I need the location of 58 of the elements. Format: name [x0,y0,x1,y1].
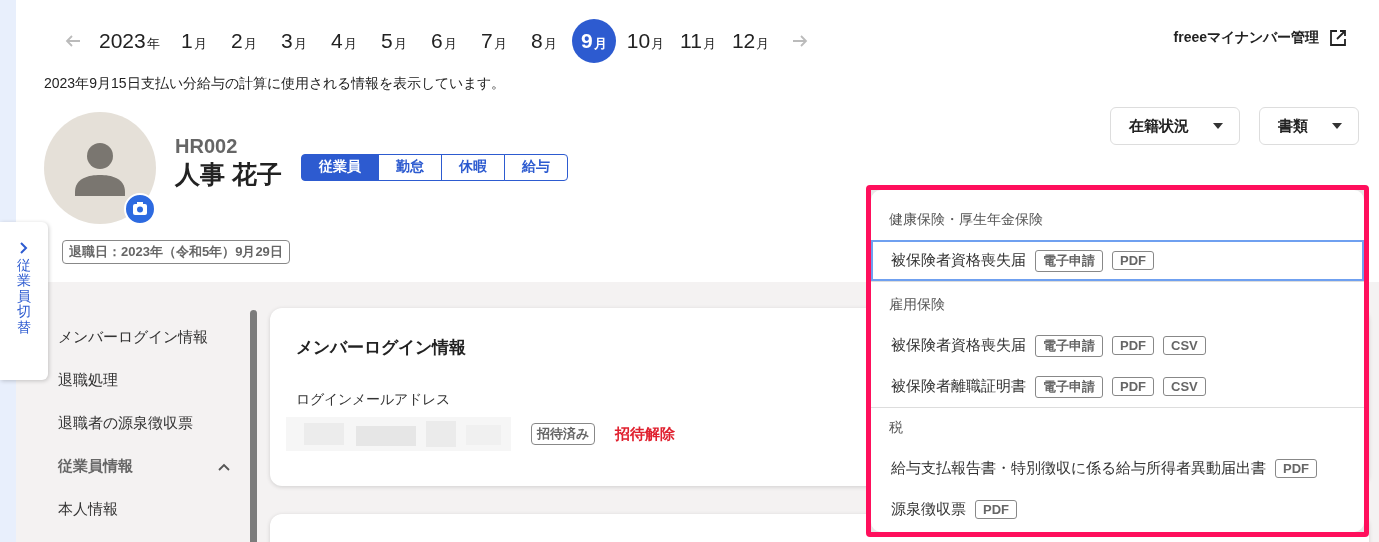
format-tag[interactable]: 電子申請 [1035,334,1103,357]
menu-heading: 雇用保険 [888,295,946,314]
month-tab[interactable]: 8 月 [521,19,566,63]
month-tab[interactable]: 12 月 [726,19,775,63]
format-tag[interactable]: PDF [1112,377,1154,396]
format-tag[interactable]: PDF [1275,459,1317,478]
month-tab[interactable]: 3 月 [271,19,316,63]
menu-item[interactable]: 被保険者資格喪失届 電子申請 PDF [871,240,1364,281]
chevron-right-icon [20,242,28,254]
my-number-link[interactable]: freeeマイナンバー管理 [1173,29,1347,47]
profile-tab[interactable]: 従業員 [300,153,379,181]
month-tab[interactable]: 11 月 [675,19,721,63]
profile-tab[interactable]: 給与 [503,153,568,181]
external-link-icon [1329,29,1347,47]
camera-icon[interactable] [124,193,156,225]
employee-switch-tab[interactable]: 従業員切替 [0,222,48,380]
cancel-invite-link[interactable]: 招待解除 [615,424,675,444]
format-tag[interactable]: PDF [1112,251,1154,270]
sidebar-item[interactable]: メンバーログイン情報 [58,316,250,359]
employee-code: HR002 [175,134,239,158]
dropdown-button[interactable]: 在籍状況 [1110,107,1240,145]
card-title: メンバーログイン情報 [296,337,466,359]
month-tab[interactable]: 10月 [621,19,670,63]
menu-item[interactable]: 被保険者離職証明書 電子申請 PDF CSV [871,366,1364,407]
month-tab[interactable]: 7 月 [471,19,516,63]
dropdown-button[interactable]: 書類 [1259,107,1359,145]
status-badge: 招待済み [531,423,595,445]
employee-name: 人事 花子 [175,159,282,190]
format-tag[interactable]: PDF [1112,336,1154,355]
menu-item[interactable]: 給与支払報告書・特別徴収に係る給与所得者異動届出書 PDF [871,448,1364,489]
menu-item[interactable]: 被保険者資格喪失届 電子申請 PDF CSV [871,325,1364,366]
profile-tab[interactable]: 勤怠 [377,153,442,181]
format-tag[interactable]: 電子申請 [1035,249,1103,272]
month-tab[interactable]: 9月 [571,19,616,63]
scrollbar[interactable] [250,310,257,542]
menu-item[interactable]: 源泉徴収票 PDF [871,489,1364,530]
menu-heading: 健康保険・厚生年金保険 [888,210,1044,229]
format-tag[interactable]: 電子申請 [1035,375,1103,398]
profile-tab[interactable]: 休暇 [440,153,505,181]
format-tag[interactable]: PDF [975,500,1017,519]
month-tab[interactable]: 1 月 [171,19,216,63]
month-tab[interactable]: 6 月 [421,19,466,63]
sidebar-item[interactable]: 退職処理 [58,359,250,402]
sidebar-item[interactable]: 退職者の源泉徴収票 [58,402,250,445]
menu-heading: 税 [888,418,904,437]
field-label: ログインメールアドレス [296,391,451,409]
caret-icon [1332,123,1342,129]
sidebar-item[interactable]: 本人情報 [58,488,250,531]
caret-icon [1213,123,1223,129]
retirement-date-badge: 退職日：2023年（令和5年）9月29日 [62,240,290,264]
sidebar-section[interactable]: 従業員情報 [58,445,250,488]
month-tab[interactable]: 5 月 [371,19,416,63]
year-label: 2023年 [99,28,161,54]
format-tag[interactable]: CSV [1163,377,1206,396]
month-tab[interactable]: 4 月 [321,19,366,63]
format-tag[interactable]: CSV [1163,336,1206,355]
info-notice: 2023年9月15日支払い分給与の計算に使用される情報を表示しています。 [44,75,506,93]
month-tab[interactable]: 2 月 [221,19,266,63]
